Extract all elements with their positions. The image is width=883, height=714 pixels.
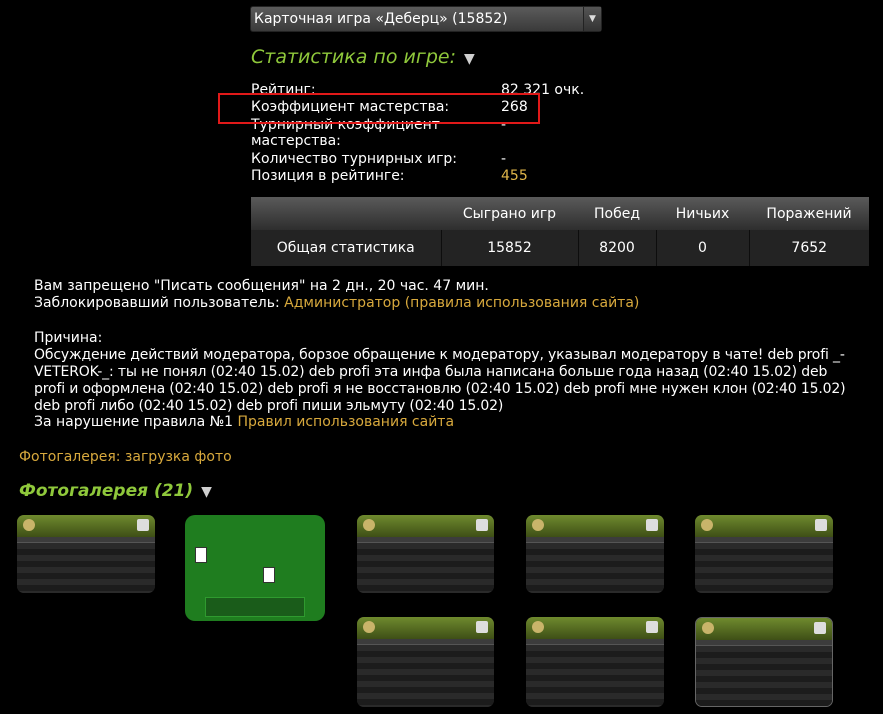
reason-text: Обсуждение действий модератора, борзое о… <box>34 347 846 414</box>
table-row: Общая статистика 15852 8200 0 7652 <box>251 230 869 266</box>
highlight-annotation <box>218 93 540 124</box>
table-cell-label: Общая статистика <box>251 230 441 266</box>
thumbnail-header <box>526 617 664 639</box>
thumbnail-body <box>17 543 155 593</box>
rating-position-value[interactable]: 455 <box>501 168 528 185</box>
rules-link[interactable]: Правил использования сайта <box>238 414 455 430</box>
table-header-losses: Поражений <box>749 197 869 230</box>
blocked-by-link[interactable]: Администратор (правила использования сай… <box>284 295 639 311</box>
table-header-wins: Побед <box>578 197 656 230</box>
tournament-games-value: - <box>501 151 507 167</box>
table-cell-wins: 8200 <box>577 230 656 266</box>
game-select[interactable]: Карточная игра «Деберц» (15852) ▼ <box>250 6 602 32</box>
gallery-thumbnail[interactable] <box>526 515 664 593</box>
thumbnail-body <box>526 645 664 707</box>
gallery-thumbnail[interactable] <box>185 515 325 621</box>
card-image <box>263 567 275 583</box>
gallery-title[interactable]: Фотогалерея (21) ▼ <box>19 481 212 501</box>
gallery-thumbnail[interactable] <box>17 515 155 593</box>
thumbnail-body <box>696 646 832 706</box>
blocked-by-label: Заблокировавший пользователь: <box>34 295 280 311</box>
thumbnail-header <box>17 515 155 537</box>
thumbnail-header <box>526 515 664 537</box>
collapse-triangle-icon[interactable]: ▼ <box>464 51 475 67</box>
gallery-thumbnail[interactable] <box>695 515 833 593</box>
table-cell-losses: 7652 <box>748 230 869 266</box>
collapse-triangle-icon[interactable]: ▼ <box>201 484 212 500</box>
thumbnail-header <box>696 618 832 640</box>
violation-label: За нарушение правила №1 <box>34 414 234 430</box>
thumbnail-body <box>526 543 664 593</box>
thumbnail-body <box>695 543 833 593</box>
table-cell-draws: 0 <box>655 230 749 266</box>
thumbnail-body <box>357 645 494 707</box>
table-header-draws: Ничьих <box>656 197 749 230</box>
thumbnail-body <box>357 543 494 593</box>
reason-label: Причина: <box>34 330 103 346</box>
stats-section-title[interactable]: Статистика по игре: ▼ <box>251 46 475 68</box>
gallery-thumbnail[interactable] <box>695 617 833 707</box>
stats-table: Сыграно игр Побед Ничьих Поражений Общая… <box>251 197 869 266</box>
blocked-by: Заблокировавший пользователь: Администра… <box>34 295 854 312</box>
game-select-value: Карточная игра «Деберц» (15852) <box>254 11 508 27</box>
tournament-mastery-label-2: мастерства: <box>251 133 341 149</box>
chevron-down-icon[interactable]: ▼ <box>583 7 601 31</box>
photo-upload-link[interactable]: Фотогалерея: загрузка фото <box>19 449 232 465</box>
thumbnail-header <box>357 617 494 639</box>
violation-line: За нарушение правила №1 Правил использов… <box>34 414 854 431</box>
gallery-thumbnail[interactable] <box>526 617 664 707</box>
thumbnail-header <box>357 515 494 537</box>
table-header-empty <box>251 197 441 230</box>
thumbnail-header <box>695 515 833 537</box>
table-cell-played: 15852 <box>440 230 578 266</box>
gallery-thumbnail[interactable] <box>357 515 494 593</box>
thumbnail-chat <box>205 597 305 617</box>
tournament-games-label: Количество турнирных игр: <box>251 151 458 167</box>
table-header-row: Сыграно игр Побед Ничьих Поражений <box>251 197 869 230</box>
rating-position-label: Позиция в рейтинге: <box>251 168 405 184</box>
gallery-thumbnail[interactable] <box>357 617 494 707</box>
ban-notice: Вам запрещено "Писать сообщения" на 2 дн… <box>34 278 489 294</box>
card-image <box>195 547 207 563</box>
table-header-played: Сыграно игр <box>441 197 578 230</box>
